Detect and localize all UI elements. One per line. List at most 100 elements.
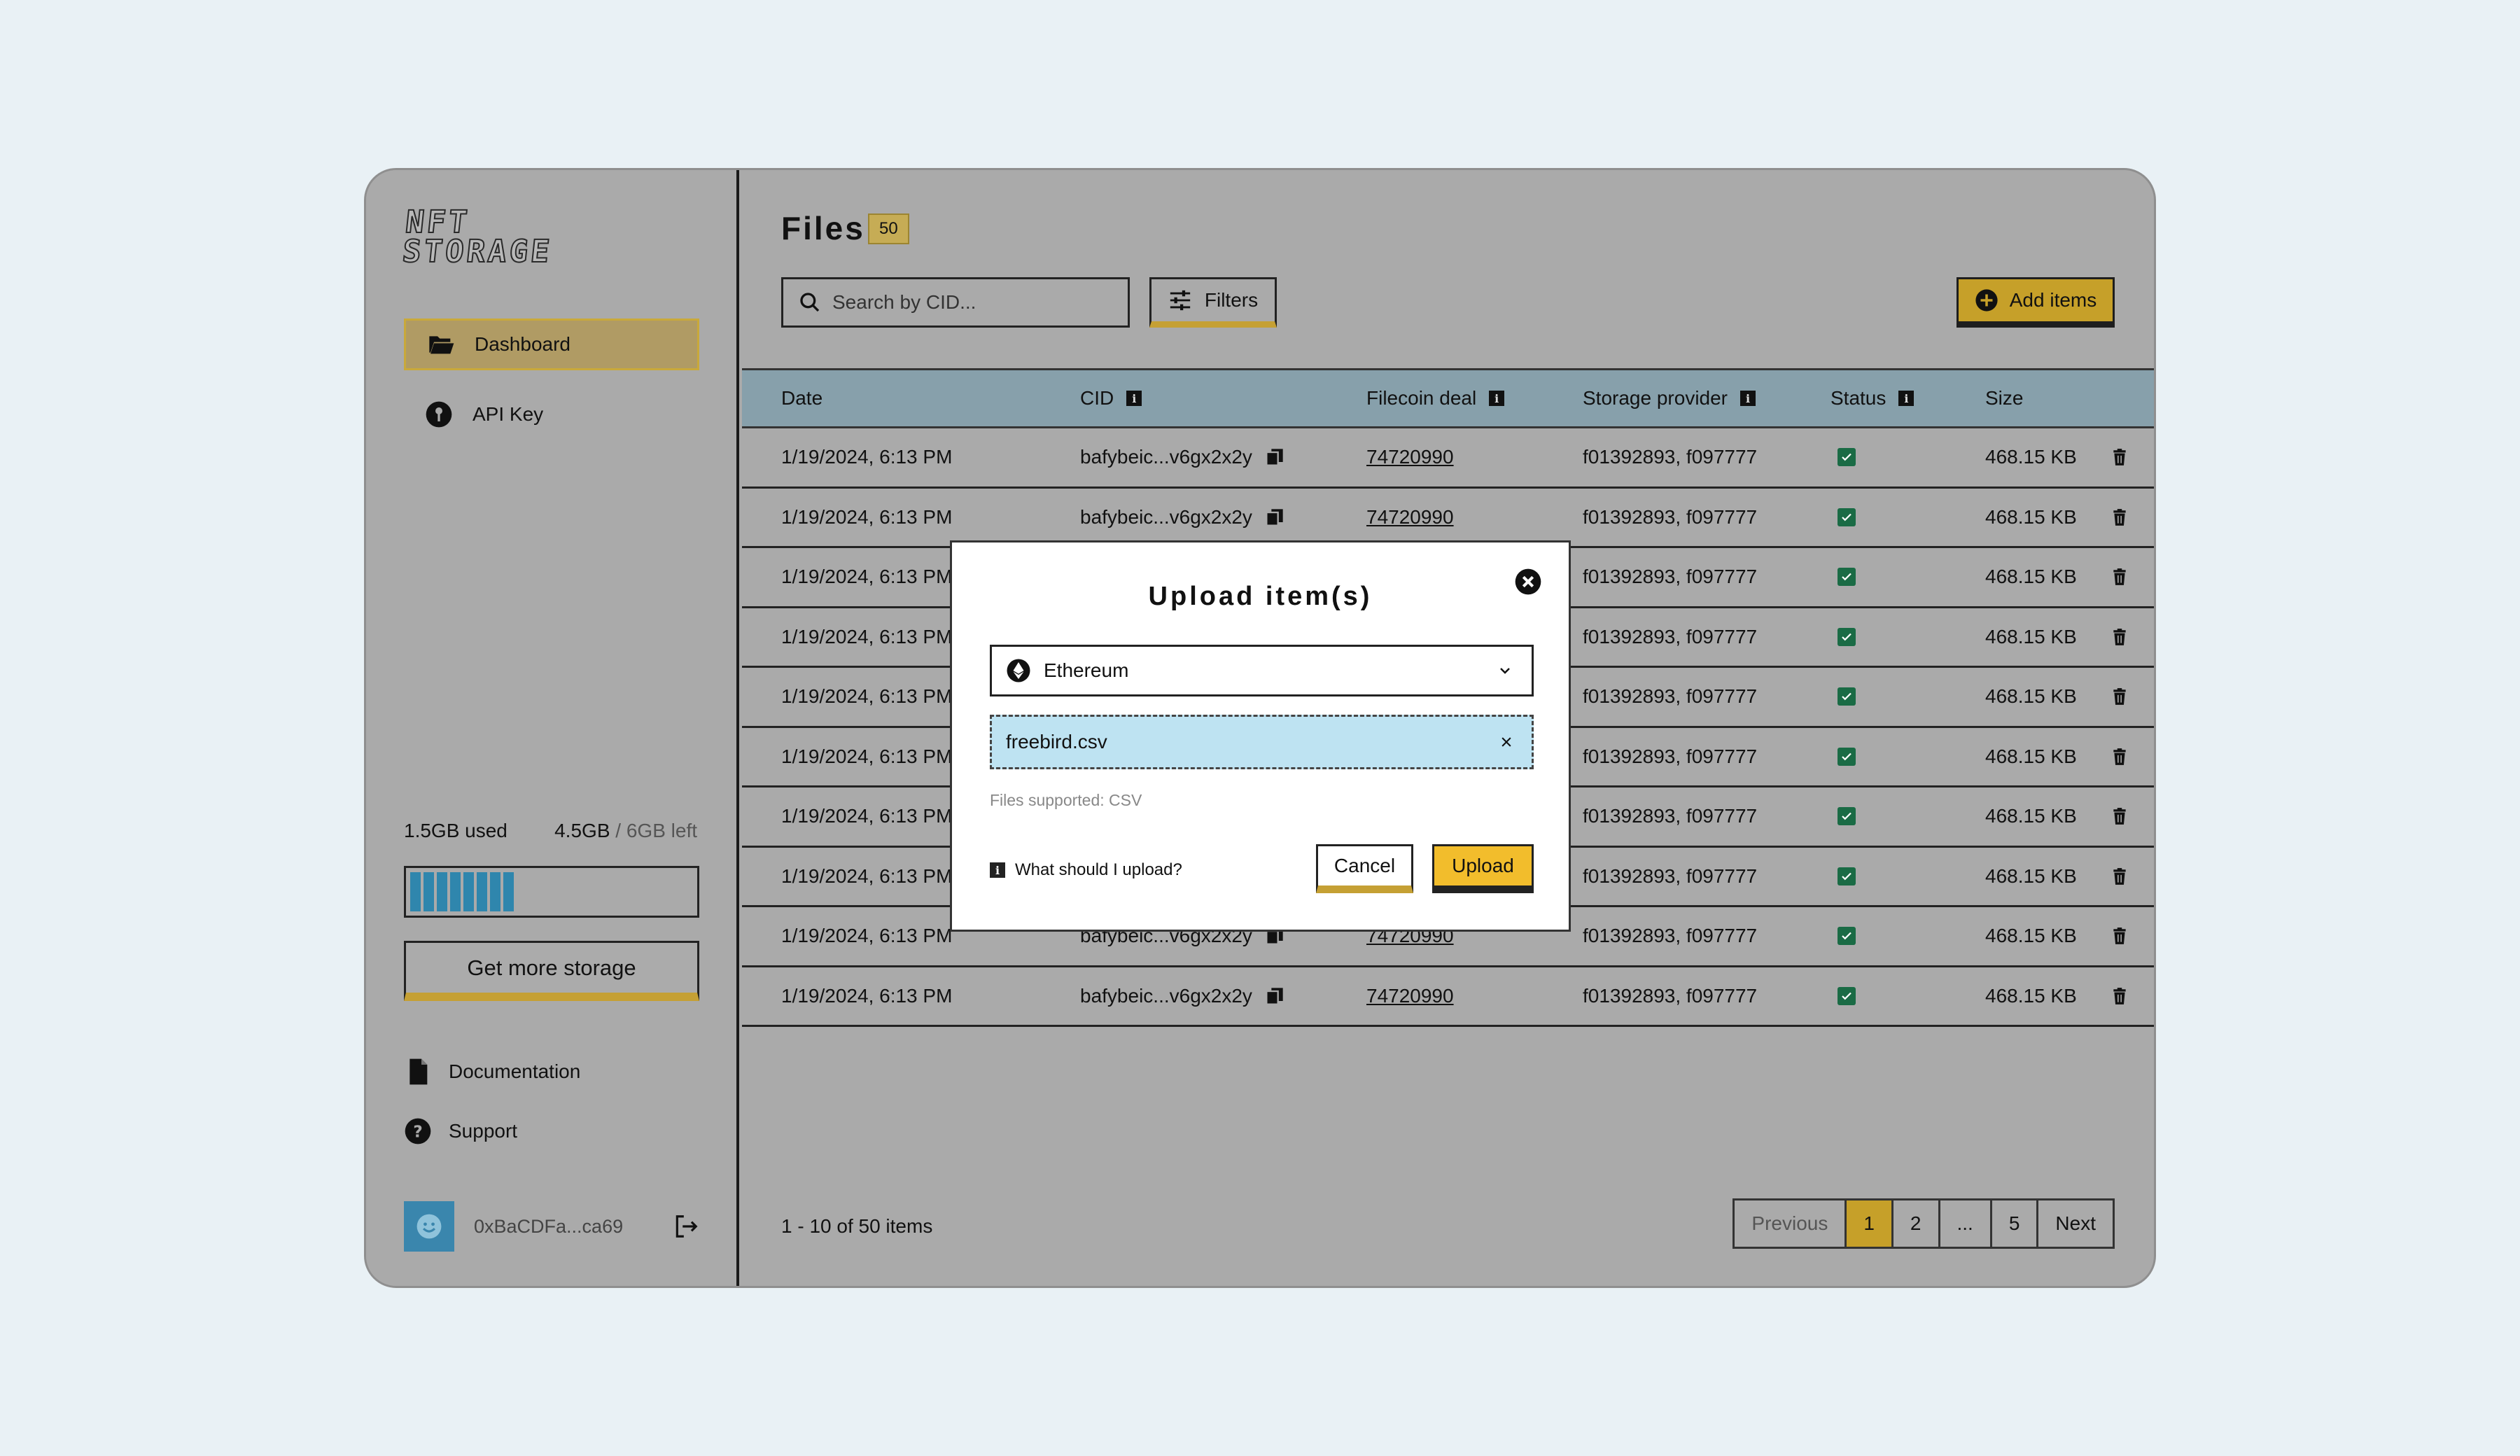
remove-file-icon[interactable]	[1499, 735, 1513, 749]
column-header-status[interactable]: Status i	[1830, 370, 1914, 426]
cell-status	[1837, 728, 1856, 786]
selected-file-chip: freebird.csv	[990, 715, 1534, 769]
cell-filecoin-deal[interactable]: 74720990	[1366, 967, 1454, 1026]
cell-status	[1837, 848, 1856, 906]
status-check-icon	[1837, 986, 1856, 1005]
plus-circle-icon	[1975, 289, 1998, 312]
documentation-link[interactable]: Documentation	[404, 1058, 580, 1086]
cell-status	[1837, 788, 1856, 846]
cell-storage-provider: f01392893, f097777	[1583, 446, 1758, 468]
page-ellipsis[interactable]: ...	[1938, 1200, 1990, 1247]
cell-status	[1837, 428, 1856, 486]
upload-button[interactable]: Upload	[1432, 844, 1534, 893]
cell-date: 1/19/2024, 6:13 PM	[781, 685, 953, 708]
ethereum-icon	[1007, 659, 1030, 682]
info-icon[interactable]: i	[1489, 391, 1505, 406]
cell-actions	[2110, 967, 2129, 1026]
upload-modal: Upload item(s) Ethereum freebird.csv Fil…	[950, 540, 1571, 932]
nft-storage-logo[interactable]: NFT STORAGE	[400, 204, 596, 271]
filters-button[interactable]: Filters	[1149, 277, 1277, 328]
network-select[interactable]: Ethereum	[990, 645, 1534, 696]
next-page-button[interactable]: Next	[2036, 1200, 2113, 1247]
page-button-5[interactable]: 5	[1989, 1200, 2037, 1247]
column-header-date[interactable]: Date	[781, 370, 822, 426]
avatar[interactable]	[404, 1201, 454, 1252]
storage-bar-segment	[503, 872, 514, 911]
cell-storage-provider: f01392893, f097777	[1583, 864, 1758, 887]
sidebar-item-dashboard[interactable]: Dashboard	[404, 318, 699, 370]
key-icon	[426, 401, 452, 428]
copy-icon[interactable]	[1265, 986, 1284, 1007]
copy-icon[interactable]	[1265, 447, 1284, 468]
info-icon[interactable]: i	[1740, 391, 1756, 406]
trash-icon[interactable]	[2110, 447, 2129, 467]
cell-size: 468.15 KB	[1985, 625, 2077, 648]
info-icon[interactable]: i	[1126, 391, 1142, 406]
logout-icon[interactable]	[673, 1213, 699, 1240]
cell-cid: bafybeic...v6gx2x2y	[1080, 428, 1284, 486]
cell-storage-provider: f01392893, f097777	[1583, 805, 1758, 827]
search-icon	[800, 293, 820, 312]
sidebar-item-label: API Key	[472, 403, 544, 425]
previous-page-button[interactable]: Previous	[1735, 1200, 1844, 1247]
modal-title: Upload item(s)	[1148, 582, 1373, 611]
cell-size: 468.15 KB	[1985, 685, 2077, 708]
cell-actions	[2110, 907, 2129, 965]
cell-cid: bafybeic...v6gx2x2y	[1080, 489, 1284, 547]
account-section: 0xBaCDFa...ca69	[404, 1201, 699, 1252]
column-header-filecoin-deal[interactable]: Filecoin deal i	[1366, 370, 1505, 426]
trash-icon[interactable]	[2110, 627, 2129, 647]
pagination-info: 1 - 10 of 50 items	[781, 1215, 933, 1237]
page-button-2[interactable]: 2	[1891, 1200, 1938, 1247]
trash-icon[interactable]	[2110, 747, 2129, 766]
storage-progress-bar	[404, 866, 699, 918]
table-row[interactable]: 1/19/2024, 6:13 PM bafybeic...v6gx2x2y 7…	[742, 488, 2154, 548]
trash-icon[interactable]	[2110, 867, 2129, 886]
status-check-icon	[1837, 867, 1856, 886]
sidebar-item-api-key[interactable]: API Key	[404, 388, 699, 440]
table-header: Date CID i Filecoin deal i Storage provide…	[742, 368, 2154, 428]
cell-date: 1/19/2024, 6:13 PM	[781, 925, 953, 947]
cell-actions	[2110, 788, 2129, 846]
sliders-icon	[1170, 290, 1191, 311]
smiley-icon	[416, 1214, 442, 1239]
cell-filecoin-deal[interactable]: 74720990	[1366, 428, 1454, 486]
copy-icon[interactable]	[1265, 507, 1284, 528]
cell-storage-provider: f01392893, f097777	[1583, 685, 1758, 708]
cell-date: 1/19/2024, 6:13 PM	[781, 864, 953, 887]
cell-cid: bafybeic...v6gx2x2y	[1080, 967, 1284, 1026]
support-label: Support	[449, 1120, 518, 1142]
trash-icon[interactable]	[2110, 986, 2129, 1006]
document-icon	[410, 1058, 428, 1085]
column-header-size[interactable]: Size	[1985, 370, 2023, 426]
search-input[interactable]: Search by CID...	[781, 277, 1130, 328]
cell-status	[1837, 608, 1856, 666]
cell-date: 1/19/2024, 6:13 PM	[781, 566, 953, 588]
cell-date: 1/19/2024, 6:13 PM	[781, 805, 953, 827]
cancel-button[interactable]: Cancel	[1316, 844, 1413, 893]
cell-actions	[2110, 668, 2129, 726]
trash-icon[interactable]	[2110, 687, 2129, 706]
status-check-icon	[1837, 507, 1856, 526]
cell-storage-provider: f01392893, f097777	[1583, 505, 1758, 528]
trash-icon[interactable]	[2110, 567, 2129, 587]
upload-help-link[interactable]: i What should I upload?	[990, 860, 1182, 880]
cell-actions	[2110, 728, 2129, 786]
add-items-button[interactable]: Add items	[1956, 277, 2115, 328]
cell-status	[1837, 489, 1856, 547]
column-header-storage-provider[interactable]: Storage provider i	[1583, 370, 1756, 426]
cell-filecoin-deal[interactable]: 74720990	[1366, 489, 1454, 547]
table-row[interactable]: 1/19/2024, 6:13 PM bafybeic...v6gx2x2y 7…	[742, 967, 2154, 1027]
support-link[interactable]: ? Support	[404, 1117, 517, 1145]
table-row[interactable]: 1/19/2024, 6:13 PM bafybeic...v6gx2x2y 7…	[742, 428, 2154, 489]
get-more-storage-button[interactable]: Get more storage	[404, 941, 699, 1001]
page-button-1[interactable]: 1	[1844, 1200, 1891, 1247]
network-select-value: Ethereum	[1044, 659, 1129, 681]
cell-date: 1/19/2024, 6:13 PM	[781, 625, 953, 648]
trash-icon[interactable]	[2110, 806, 2129, 826]
column-header-cid[interactable]: CID i	[1080, 370, 1142, 426]
trash-icon[interactable]	[2110, 507, 2129, 527]
close-icon[interactable]	[1514, 568, 1542, 596]
trash-icon[interactable]	[2110, 926, 2129, 946]
info-icon[interactable]: i	[1898, 391, 1914, 406]
